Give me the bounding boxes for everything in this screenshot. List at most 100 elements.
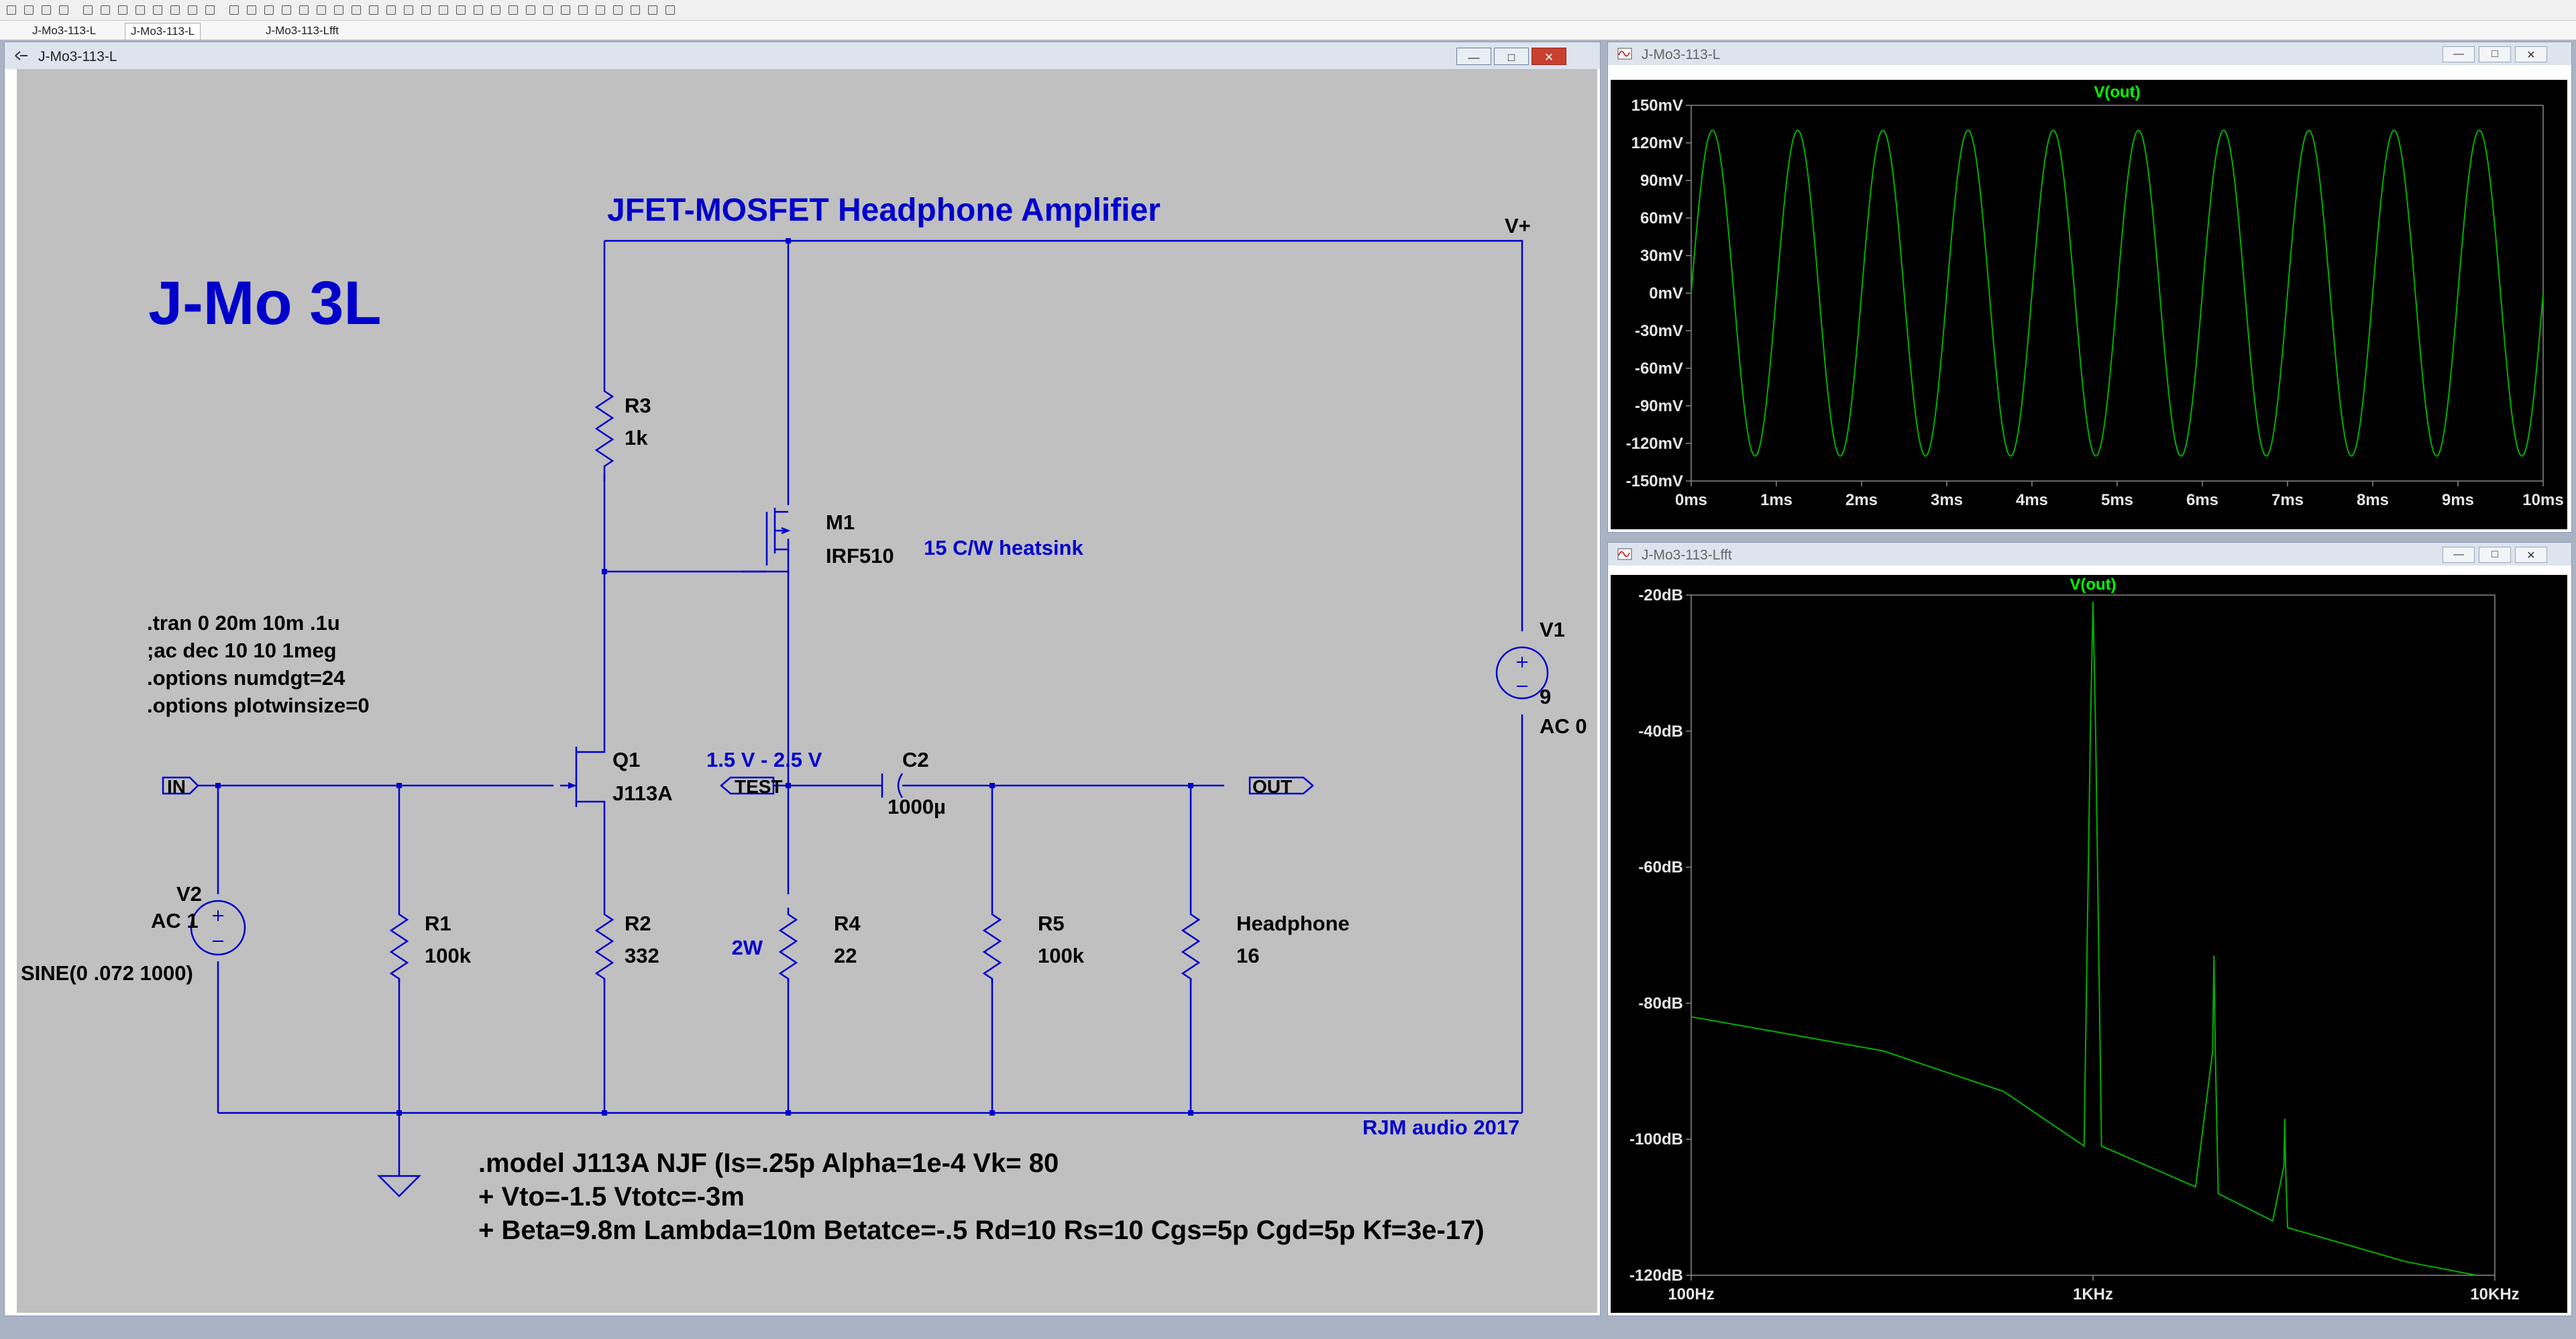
- toolbar-button[interactable]: [133, 3, 148, 17]
- credit-label: RJM audio 2017: [1362, 1116, 1519, 1139]
- fft-minimize-button[interactable]: —: [2443, 547, 2475, 563]
- toolbar-button[interactable]: [628, 3, 643, 17]
- toolbar-button[interactable]: [314, 3, 329, 17]
- toolbar-button[interactable]: [663, 3, 678, 17]
- tab-schematic-2[interactable]: J-Mo3-113-L: [125, 23, 201, 40]
- time-close-button[interactable]: ✕: [2515, 46, 2547, 62]
- minimize-icon: —: [1468, 51, 1480, 64]
- toolbar-button[interactable]: [279, 3, 294, 17]
- toolbar-button[interactable]: [593, 3, 608, 17]
- toolbar-button[interactable]: [39, 3, 54, 17]
- toolbar-button[interactable]: [401, 3, 416, 17]
- toolbar-button[interactable]: [610, 3, 625, 17]
- document-tabbar: J-Mo3-113-L J-Mo3-113-L J-Mo3-113-Lfft: [0, 21, 2576, 40]
- y-tick-label: -60dB: [1638, 859, 1683, 877]
- plot-frame: [1690, 594, 2496, 1276]
- schematic-titlebar[interactable]: J-Mo3-113-L — □ ✕: [5, 42, 1600, 69]
- close-icon: ✕: [2526, 50, 2536, 61]
- series-line-vout-fft: [1690, 602, 2477, 1276]
- directive-plotwinsize: .options plotwinsize=0: [147, 694, 370, 717]
- model-line-1: .model J113A NJF (Is=.25p Alpha=1e-4 Vk=…: [478, 1148, 1059, 1178]
- toolbar-button[interactable]: [419, 3, 433, 17]
- y-tick-label: 150mV: [1631, 97, 1683, 115]
- toolbar-button[interactable]: [349, 3, 364, 17]
- toolbar-button[interactable]: [558, 3, 573, 17]
- maximize-button[interactable]: □: [1494, 48, 1529, 65]
- toolbar-button[interactable]: [56, 3, 71, 17]
- fft-maximize-button[interactable]: □: [2479, 547, 2511, 563]
- c2-value: 1000µ: [888, 795, 946, 818]
- time-plot-titlebar[interactable]: J-Mo3-113-L — □ ✕: [1608, 42, 2571, 65]
- toolbar-button[interactable]: [506, 3, 521, 17]
- toolbar-icon: [136, 5, 145, 15]
- fft-close-button[interactable]: ✕: [2515, 547, 2547, 563]
- toolbar-button[interactable]: [21, 3, 36, 17]
- toolbar-button[interactable]: [244, 3, 259, 17]
- y-tick-label: 90mV: [1640, 172, 1683, 190]
- time-minimize-button[interactable]: —: [2443, 46, 2475, 62]
- x-tick-label: 5ms: [2101, 491, 2133, 509]
- x-tick-label: 100Hz: [1668, 1285, 1714, 1303]
- close-icon: ✕: [1544, 51, 1554, 64]
- toolbar-button[interactable]: [227, 3, 241, 17]
- toolbar-button[interactable]: [541, 3, 555, 17]
- in-flag: IN: [167, 776, 186, 797]
- tab-schematic-1[interactable]: J-Mo3-113-L: [27, 23, 101, 39]
- toolbar-button[interactable]: [576, 3, 590, 17]
- toolbar-button[interactable]: [384, 3, 398, 17]
- toolbar-button[interactable]: [185, 3, 200, 17]
- toolbar-button[interactable]: [98, 3, 113, 17]
- toolbar-button[interactable]: [297, 3, 311, 17]
- minimize-icon: —: [2453, 48, 2464, 60]
- toolbar-icon: [282, 5, 291, 15]
- maximize-icon: □: [2491, 48, 2498, 60]
- toolbar-button[interactable]: [262, 3, 276, 17]
- toolbar-button[interactable]: [453, 3, 468, 17]
- toolbar-button[interactable]: [523, 3, 538, 17]
- toolbar-icon: [404, 5, 413, 15]
- x-tick-label: 7ms: [2271, 491, 2304, 509]
- toolbar-button[interactable]: [150, 3, 165, 17]
- toolbar-button[interactable]: [488, 3, 503, 17]
- directive-tran: .tran 0 20m 10m .1u: [147, 611, 340, 635]
- schematic-canvas[interactable]: J-Mo 3L JFET-MOSFET Headphone Amplifier …: [17, 69, 1597, 1313]
- time-chart: V(out) 150mV 120mV 90mV 60mV 30mV 0mV -30mV -60m…: [1626, 83, 2564, 509]
- close-button[interactable]: ✕: [1532, 48, 1566, 65]
- toolbar-button[interactable]: [80, 3, 95, 17]
- y-tick-label: 120mV: [1631, 134, 1683, 152]
- tab-fft[interactable]: J-Mo3-113-Lfft: [260, 23, 344, 39]
- fft-plot-titlebar[interactable]: J-Mo3-113-Lfft — □ ✕: [1608, 543, 2571, 566]
- toolbar-icon: [386, 5, 396, 15]
- toolbar-button[interactable]: [471, 3, 486, 17]
- toolbar-button[interactable]: [436, 3, 451, 17]
- r3-value: 1k: [625, 426, 648, 449]
- toolbar-button[interactable]: [115, 3, 130, 17]
- toolbar-button[interactable]: [4, 3, 19, 17]
- schematic-icon: [15, 51, 28, 60]
- minimize-button[interactable]: —: [1456, 48, 1491, 65]
- toolbar-button[interactable]: [331, 3, 346, 17]
- toolbar-icon: [631, 5, 640, 15]
- schematic-window: J-Mo3-113-L — □ ✕ J-Mo 3L JFET-MOSFET He…: [4, 42, 1601, 1316]
- toolbar-icon: [264, 5, 274, 15]
- headphone-name: Headphone: [1236, 912, 1350, 935]
- toolbar-icon: [153, 5, 162, 15]
- time-plot-window: J-Mo3-113-L — □ ✕ V(out) 150mV 120mV 90mV 60…: [1607, 42, 2572, 533]
- maximize-icon: □: [2491, 549, 2498, 560]
- toolbar-button[interactable]: [203, 3, 217, 17]
- time-plot-pane[interactable]: V(out) 150mV 120mV 90mV 60mV 30mV 0mV -30mV -60m…: [1611, 80, 2567, 529]
- toolbar-icon: [101, 5, 110, 15]
- y-tick-label: -80dB: [1638, 994, 1683, 1012]
- time-maximize-button[interactable]: □: [2479, 46, 2511, 62]
- x-tick-label: 8ms: [2357, 491, 2389, 509]
- minimize-icon: —: [2453, 549, 2464, 560]
- power-label: 2W: [732, 936, 763, 959]
- fft-plot-pane[interactable]: V(out) -20dB -40dB -60dB -80dB -100dB -120dB 10…: [1611, 575, 2567, 1313]
- toolbar-button[interactable]: [168, 3, 182, 17]
- toolbar-button[interactable]: [645, 3, 660, 17]
- toolbar-button[interactable]: [366, 3, 381, 17]
- y-tick-label: 30mV: [1640, 247, 1683, 265]
- toolbar-icon: [596, 5, 605, 15]
- toolbar-icon: [317, 5, 326, 15]
- m1-value: IRF510: [826, 544, 894, 568]
